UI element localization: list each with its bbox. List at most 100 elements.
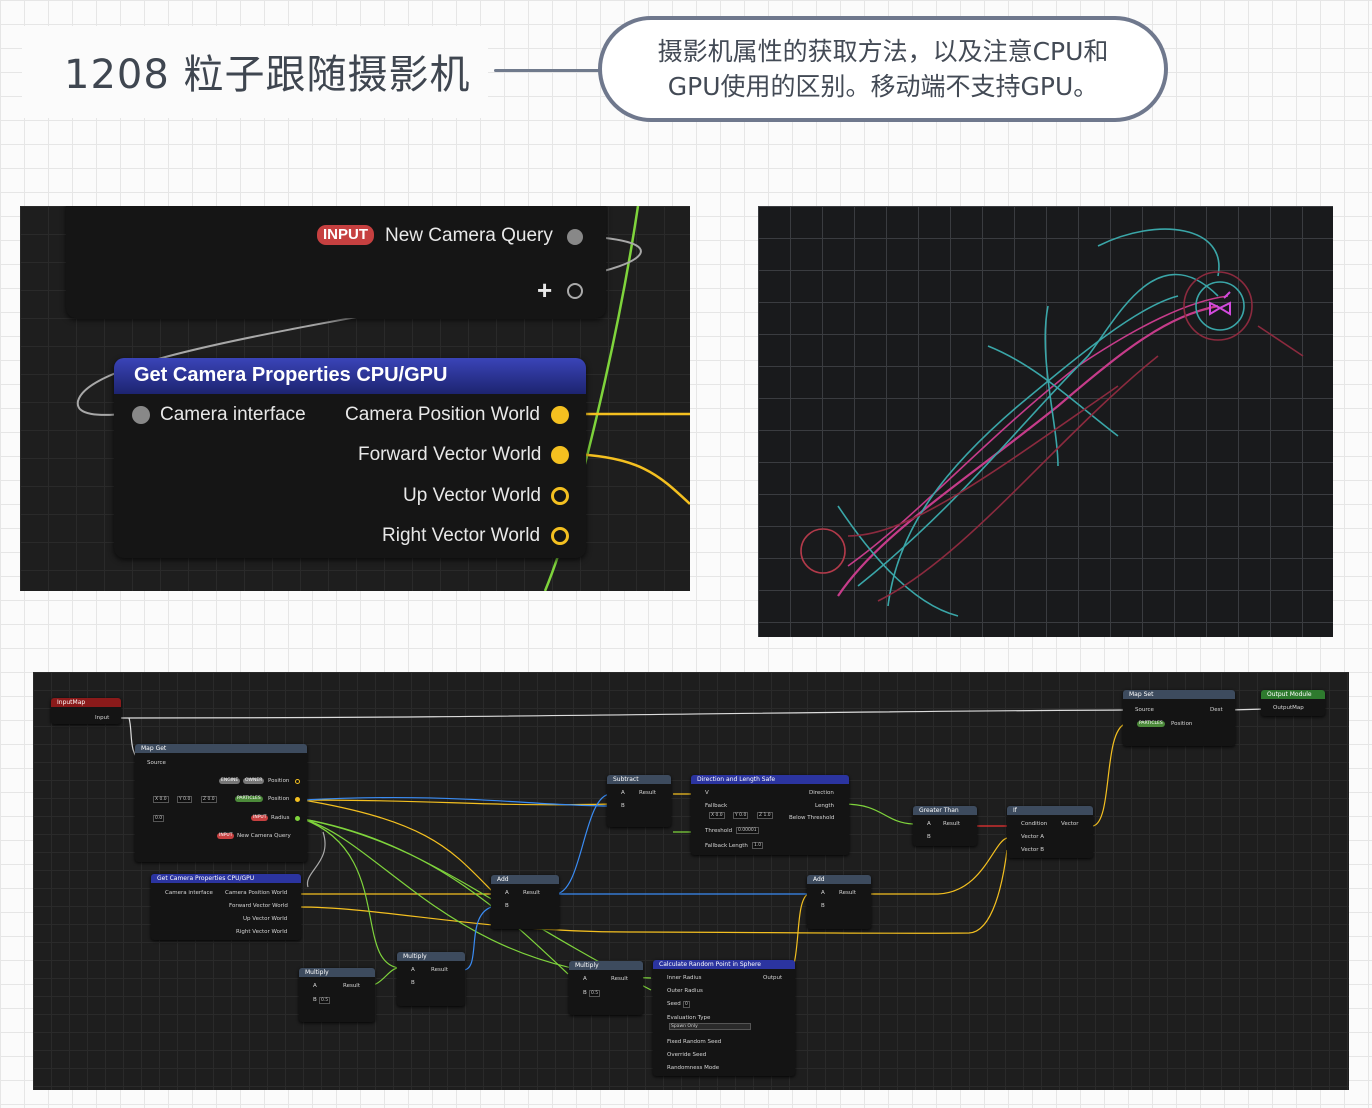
fb-y[interactable]: Y 0.0 xyxy=(733,812,749,819)
if-vector: Vector xyxy=(1061,821,1079,827)
dirlen-length: Length xyxy=(815,803,834,809)
right-vector-pin[interactable] xyxy=(551,527,569,545)
query-pin[interactable] xyxy=(567,229,583,245)
randpt-evaltype: Evaluation Type xyxy=(667,1015,711,1021)
map-get-position2: Position xyxy=(268,796,290,802)
randpt-randmode: Randomness Mode xyxy=(667,1065,720,1071)
dirlen-v: V xyxy=(705,790,709,796)
owner-tag: OWNER xyxy=(243,778,265,784)
forward-vector-pin[interactable] xyxy=(551,446,569,464)
fb-z[interactable]: Z 1.0 xyxy=(757,812,773,819)
dirlen-fallback: Fallback xyxy=(705,803,728,809)
viewport-screenshot xyxy=(758,206,1333,637)
randpt-title: Calculate Random Point in Sphere xyxy=(653,960,795,969)
map-set-title: Map Set xyxy=(1123,690,1235,699)
camera-position-pin[interactable] xyxy=(551,406,569,424)
dirlen-title: Direction and Length Safe xyxy=(691,775,849,784)
output-pin-label: OutputMap xyxy=(1273,705,1304,711)
multiply-title: Multiply xyxy=(397,952,465,961)
input-tag: INPUT xyxy=(251,815,269,821)
cam-props-out-1: Forward Vector World xyxy=(229,903,288,909)
if-node[interactable]: If xyxy=(1007,806,1093,858)
fblen-value[interactable]: 1.0 xyxy=(752,842,764,849)
multiply-node-1[interactable]: Multiply xyxy=(299,968,375,1022)
map-set-node[interactable]: Map Set xyxy=(1123,690,1235,746)
seed-value[interactable]: 0 xyxy=(683,1001,690,1008)
multiply-result: Result xyxy=(343,983,360,989)
map-set-position: Position xyxy=(1171,721,1193,727)
note-callout: 摄影机属性的获取方法，以及注意CPU和GPU使用的区别。移动端不支持GPU。 xyxy=(598,16,1168,122)
subtract-node[interactable]: Subtract xyxy=(607,775,671,827)
output-module-node[interactable]: Output Module xyxy=(1261,690,1325,716)
add2-b: B xyxy=(821,903,825,909)
map-get-radius: Radius xyxy=(271,815,290,821)
multiply-node-2[interactable]: Multiply xyxy=(397,952,465,1006)
dirlen-threshold: Threshold xyxy=(705,828,733,834)
add-pin-plus-icon[interactable]: + xyxy=(537,275,552,306)
radius-default[interactable]: 0.0 xyxy=(153,815,165,822)
randpt-inner: Inner Radius xyxy=(667,975,702,981)
input-badge: INPUT xyxy=(317,225,374,245)
greater-b: B xyxy=(927,834,931,840)
camera-interface-pin[interactable] xyxy=(132,406,150,424)
greater-a: A xyxy=(927,821,931,827)
up-vector-pin[interactable] xyxy=(551,487,569,505)
multiply-node-3[interactable]: Multiply xyxy=(569,961,643,1015)
greater-title: Greater Than xyxy=(913,806,977,815)
map-set-source: Source xyxy=(1135,707,1154,713)
output-title: Output Module xyxy=(1261,690,1325,699)
particle-ribbons xyxy=(800,228,1304,617)
particles-tag: PARTICLES xyxy=(235,796,263,802)
dirlen-below: Below Threshold xyxy=(789,815,835,821)
fb-x[interactable]: X 0.0 xyxy=(709,812,725,819)
if-title: If xyxy=(1007,806,1093,815)
pin[interactable] xyxy=(295,779,300,784)
map-get-title: Map Get xyxy=(135,744,307,753)
add-title: Add xyxy=(807,875,871,884)
map-get-query: New Camera Query xyxy=(237,833,291,839)
vec-y[interactable]: Y 0.0 xyxy=(177,796,193,803)
dirlen-direction: Direction xyxy=(809,790,834,796)
pin[interactable] xyxy=(295,816,300,821)
node-closeup-screenshot: INPUT New Camera Query + Get Camera Prop… xyxy=(20,206,690,591)
particles-tag: PARTICLES xyxy=(1137,721,1165,727)
eval-type-dropdown[interactable]: Spawn Only xyxy=(669,1023,751,1030)
add2-result: Result xyxy=(839,890,856,896)
multiply-title: Multiply xyxy=(299,968,375,977)
multiply3-b-value[interactable]: 0.5 xyxy=(589,990,601,997)
add1-a: A xyxy=(505,890,509,896)
pin[interactable] xyxy=(295,797,300,802)
multiply-title: Multiply xyxy=(569,961,643,970)
add-title: Add xyxy=(491,875,559,884)
cam-props-title: Get Camera Properties CPU/GPU xyxy=(151,874,301,883)
randpt-override: Override Seed xyxy=(667,1052,707,1058)
inputmap-pin-label: Input xyxy=(95,715,110,721)
multiply2-a: A xyxy=(411,967,415,973)
cam-props-out-2: Up Vector World xyxy=(243,916,288,922)
node-header: Get Camera Properties CPU/GPU xyxy=(114,358,586,394)
inputmap-node[interactable]: InputMap xyxy=(51,698,121,724)
randpt-outer: Outer Radius xyxy=(667,988,703,994)
greater-result: Result xyxy=(943,821,960,827)
add-node-1[interactable]: Add xyxy=(491,875,559,929)
camera-gizmo-icon[interactable] xyxy=(1209,291,1231,316)
multiply3-b: B xyxy=(583,990,587,996)
randpt-seed: Seed xyxy=(667,1001,681,1007)
multiply-a: A xyxy=(313,983,317,989)
randpt-fixed: Fixed Random Seed xyxy=(667,1039,722,1045)
vec-x[interactable]: X 0.0 xyxy=(153,796,169,803)
vec-z[interactable]: Z 0.0 xyxy=(201,796,217,803)
add-pin[interactable] xyxy=(567,283,583,299)
if-vb: Vector B xyxy=(1021,847,1045,853)
subtract-a: A xyxy=(621,790,625,796)
engine-tag: ENGINE xyxy=(219,778,241,784)
multiply2-b: B xyxy=(411,980,415,986)
new-camera-query-node[interactable] xyxy=(66,206,606,318)
add-node-2[interactable]: Add xyxy=(807,875,871,929)
multiply-b-value[interactable]: 0.5 xyxy=(319,997,331,1004)
subtract-result: Result xyxy=(639,790,656,796)
threshold-value[interactable]: 0.00001 xyxy=(736,827,759,834)
subtract-title: Subtract xyxy=(607,775,671,784)
up-vector-world-label: Up Vector World xyxy=(403,485,541,506)
subtract-b: B xyxy=(621,803,625,809)
